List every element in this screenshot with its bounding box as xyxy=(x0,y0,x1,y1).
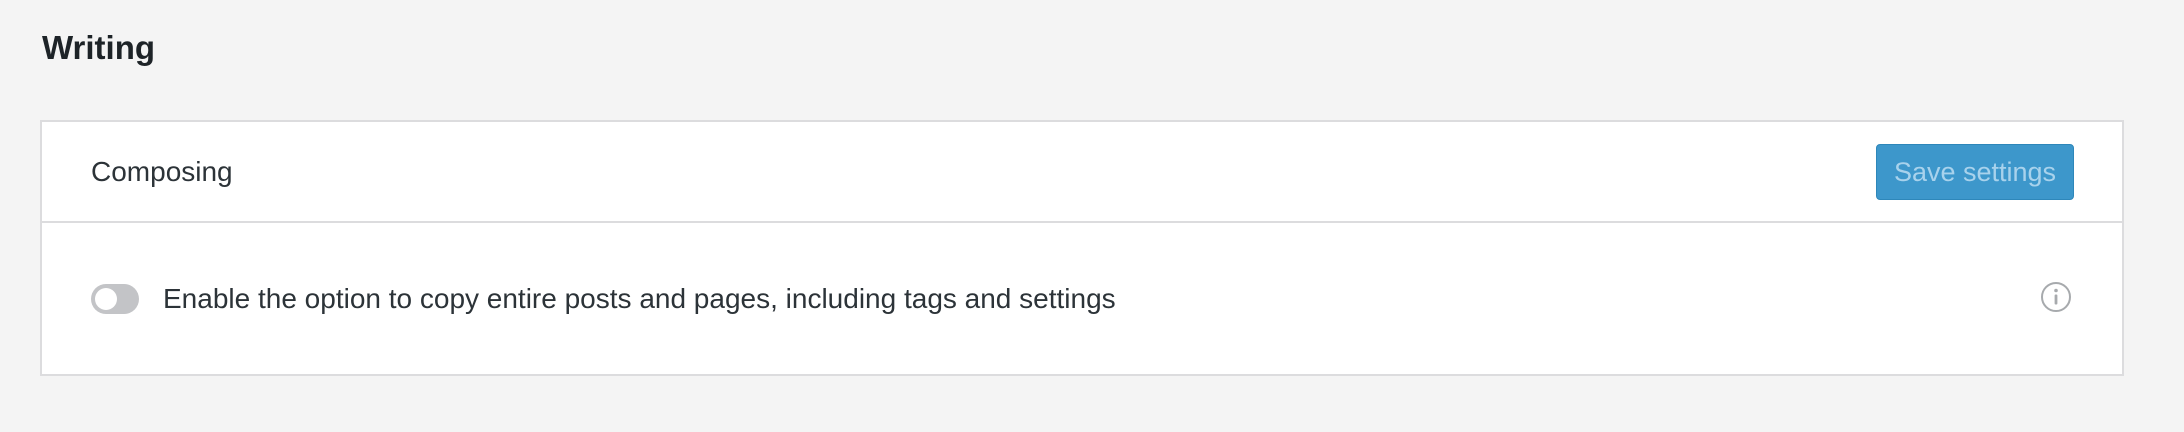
info-icon[interactable] xyxy=(2040,281,2072,313)
card-header: Composing Save settings xyxy=(42,122,2122,223)
save-settings-button[interactable]: Save settings xyxy=(1876,144,2074,200)
copy-posts-option-label: Enable the option to copy entire posts a… xyxy=(163,283,1116,314)
toggle-knob xyxy=(95,288,117,310)
page-title: Writing xyxy=(42,29,156,66)
settings-page: Writing Composing Save settings Enable t… xyxy=(0,0,2184,432)
section-title: Composing xyxy=(91,156,233,187)
composing-settings-card: Composing Save settings Enable the optio… xyxy=(40,120,2124,376)
copy-posts-toggle[interactable] xyxy=(91,284,139,314)
setting-row: Enable the option to copy entire posts a… xyxy=(42,223,2122,373)
